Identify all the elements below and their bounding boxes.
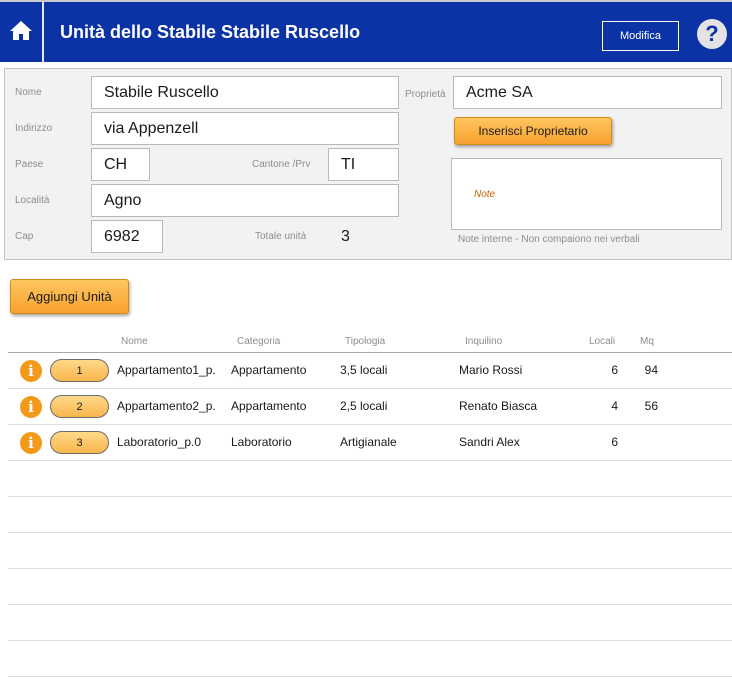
cell-nome: Appartamento1_p. [117,363,216,377]
unit-number-button[interactable]: 3 [50,431,109,454]
empty-table-row [8,497,732,533]
empty-table-row [8,569,732,605]
empty-table-row [8,677,732,698]
notes-label: Note [474,189,496,200]
page-title: Unità dello Stabile Stabile Ruscello [60,22,361,42]
cell-locali: 6 [611,435,618,449]
column-header-inquilino: Inquilino [465,336,503,347]
table-row[interactable]: i 2 Appartamento2_p. Appartamento 2,5 lo… [8,389,732,425]
paese-field[interactable]: CH [91,148,150,181]
cell-categoria: Appartamento [231,363,307,377]
paese-label: Paese [15,159,44,170]
indirizzo-label: Indirizzo [15,123,53,134]
cantone-label: Cantone /Prv [252,159,311,170]
info-icon[interactable]: i [20,432,42,454]
cell-inquilino: Sandri Alex [459,435,520,449]
notes-hint: Note interne - Non compaiono nei verbali [458,234,640,245]
empty-table-row [8,641,732,677]
unit-number-button[interactable]: 2 [50,395,109,418]
empty-table-row [8,533,732,569]
unit-number-button[interactable]: 1 [50,359,109,382]
help-icon: ? [705,21,719,46]
cell-tipologia: 3,5 locali [340,363,388,377]
cell-nome: Appartamento2_p. [117,399,216,413]
edit-button[interactable]: Modifica [602,21,679,51]
column-header-mq: Mq [640,336,654,347]
insert-owner-button[interactable]: Inserisci Proprietario [454,117,612,145]
home-icon [9,19,33,46]
cell-inquilino: Renato Biasca [459,399,538,413]
app-root: Unità dello Stabile Stabile Ruscello Mod… [0,0,732,698]
header-bar: Unità dello Stabile Stabile Ruscello Mod… [0,0,732,62]
cell-categoria: Appartamento [231,399,307,413]
nome-label: Nome [15,87,42,98]
help-button[interactable]: ? [697,19,727,49]
totale-unita-label: Totale unità [255,231,307,242]
localita-field[interactable]: Agno [91,184,399,217]
nome-field[interactable]: Stabile Ruscello [91,76,399,109]
indirizzo-field[interactable]: via Appenzell [91,112,399,145]
notes-textarea[interactable]: Note [451,158,722,230]
cap-label: Cap [15,231,34,242]
cell-inquilino: Mario Rossi [459,363,523,377]
cell-locali: 6 [611,363,618,377]
table-row[interactable]: i 3 Laboratorio_p.0 Laboratorio Artigian… [8,425,732,461]
cell-tipologia: 2,5 locali [340,399,388,413]
home-button[interactable] [0,2,44,62]
cell-tipologia: Artigianale [340,435,397,449]
proprieta-field[interactable]: Acme SA [453,76,722,109]
cap-field[interactable]: 6982 [91,220,163,253]
empty-table-row [8,461,732,497]
cell-mq: 94 [644,363,658,377]
info-icon[interactable]: i [20,396,42,418]
cell-categoria: Laboratorio [231,435,292,449]
column-header-categoria: Categoria [237,336,281,347]
localita-label: Località [15,195,50,206]
column-header-tipologia: Tipologia [345,336,386,347]
table-row[interactable]: i 1 Appartamento1_p. Appartamento 3,5 lo… [8,353,732,389]
cell-mq: 56 [644,399,658,413]
column-header-nome: Nome [121,336,148,347]
empty-table-row [8,605,732,641]
cell-nome: Laboratorio_p.0 [117,435,202,449]
proprieta-label: Proprietà [405,89,446,100]
cell-locali: 4 [611,399,618,413]
info-icon[interactable]: i [20,360,42,382]
add-unit-button[interactable]: Aggiungi Unità [10,279,129,314]
column-header-locali: Locali [589,336,616,347]
totale-unita-value: 3 [341,228,350,245]
cantone-field[interactable]: TI [328,148,399,181]
